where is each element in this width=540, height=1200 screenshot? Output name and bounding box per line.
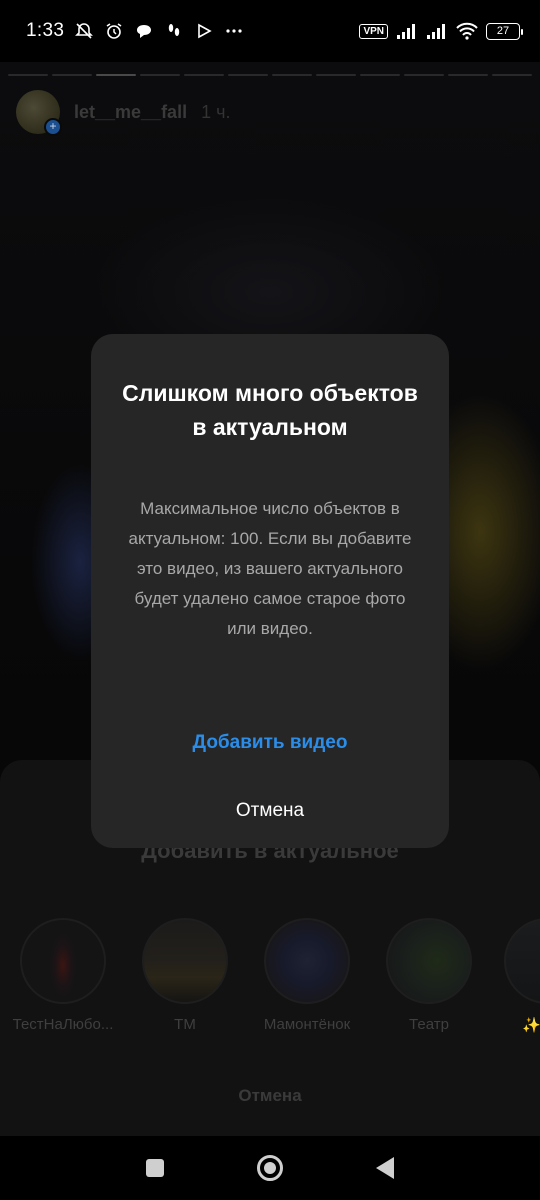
progress-segment (272, 74, 312, 76)
sheet-cancel-button[interactable]: Отмена (0, 1086, 540, 1106)
signal-icon (397, 24, 415, 39)
play-store-icon (198, 23, 212, 39)
add-story-icon: + (44, 118, 62, 136)
battery-indicator: 27 (486, 22, 523, 40)
more-dots-icon (226, 29, 242, 33)
system-navigation-bar (0, 1136, 540, 1200)
highlight-label: ТестНаЛюбо... (12, 1016, 114, 1033)
signal-icon-2 (427, 24, 445, 39)
highlight-cover (264, 918, 350, 1004)
highlight-label: ✨ (522, 1017, 540, 1034)
recents-square-icon[interactable] (146, 1159, 165, 1177)
progress-segment (316, 74, 356, 76)
progress-segment (360, 74, 400, 76)
story-header: + let__me__fall 1 ч. (16, 90, 231, 136)
highlight-item[interactable]: Мамонтёнок (252, 918, 362, 1033)
progress-segment (404, 74, 444, 76)
wifi-icon (456, 22, 478, 40)
too-many-items-dialog: Слишком много объектов в актуальном Макс… (91, 334, 449, 848)
progress-segment (8, 74, 48, 76)
highlight-cover (20, 918, 106, 1004)
highlight-item[interactable]: Театр (374, 918, 484, 1033)
progress-segment (52, 74, 92, 76)
home-circle-icon[interactable] (256, 1155, 283, 1181)
highlight-cover (504, 918, 540, 1004)
dialog-message: Максимальное число объектов в актуальном… (128, 499, 412, 638)
add-video-button[interactable]: Добавить видео (91, 732, 449, 754)
story-timestamp: 1 ч. (201, 101, 231, 122)
highlight-label: ТМ (174, 1016, 196, 1033)
highlight-cover (142, 918, 228, 1004)
progress-segment (492, 74, 532, 76)
highlight-item[interactable]: ✨ (486, 918, 540, 1034)
avatar[interactable]: + (16, 90, 62, 136)
highlight-item[interactable]: ТестНаЛюбо... (8, 918, 118, 1033)
highlights-list: ТестНаЛюбо... ТМ Мамонтёнок Театр ✨ (0, 918, 540, 1038)
status-system-icons: VPN 27 (359, 22, 523, 40)
progress-segment (228, 74, 268, 76)
footprints-icon (168, 24, 180, 36)
dialog-title: Слишком много объектов в актуальном (122, 380, 418, 440)
status-time: 1:33 (26, 20, 65, 41)
story-username[interactable]: let__me__fall (74, 102, 187, 123)
status-notification-icons (74, 21, 244, 41)
back-triangle-icon[interactable] (375, 1157, 394, 1179)
highlight-label: Театр (409, 1016, 449, 1033)
highlight-cover (386, 918, 472, 1004)
story-progress-bars (8, 74, 532, 76)
progress-segment (96, 74, 136, 76)
highlight-label: Мамонтёнок (263, 1016, 351, 1033)
highlight-item[interactable]: ТМ (130, 918, 240, 1033)
dialog-cancel-button[interactable]: Отмена (91, 800, 449, 822)
status-bar: 1:33 VPN 27 (0, 0, 540, 62)
alarm-icon (106, 23, 122, 39)
progress-segment (184, 74, 224, 76)
vpn-badge: VPN (359, 23, 388, 39)
chat-icon (137, 25, 152, 38)
progress-segment (140, 74, 180, 76)
progress-segment (448, 74, 488, 76)
mute-bell-icon (75, 23, 94, 39)
